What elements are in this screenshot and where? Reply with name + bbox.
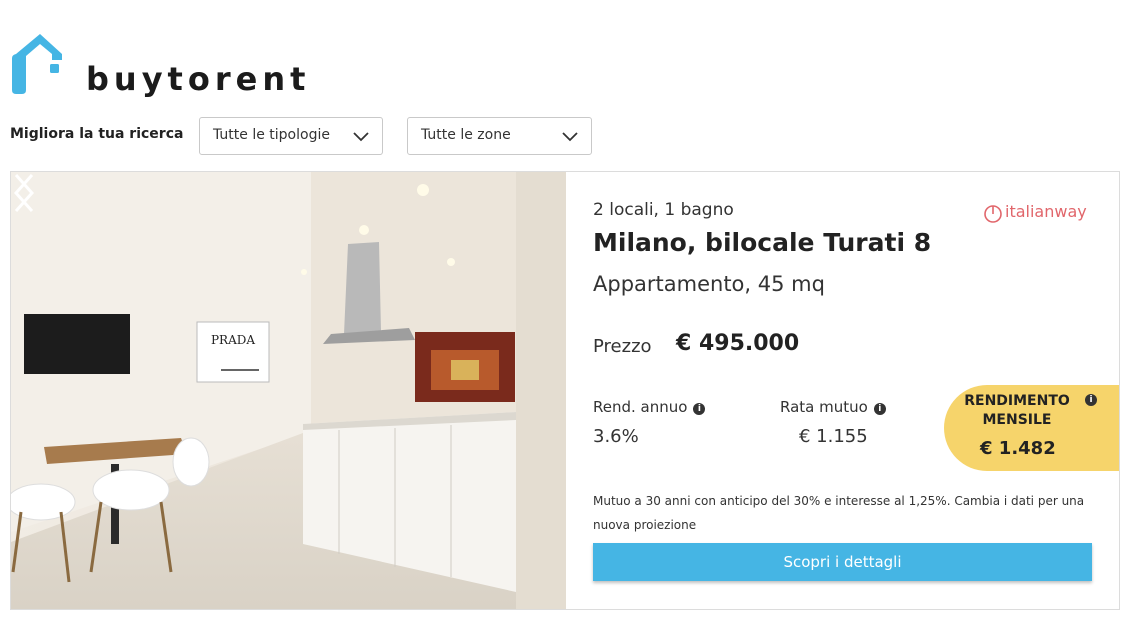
filter-label: Migliora la tua ricerca [10,126,184,142]
chevron-down-icon [562,132,578,142]
mortgage-rate-value: € 1.155 [799,426,868,447]
agency-name: italianway [1005,202,1087,221]
monthly-yield-value: € 1.482 [980,438,1056,459]
listing-rooms: 2 locali, 1 bagno [593,200,734,220]
listing-photo[interactable]: PRADA [11,172,566,609]
listing-info: 2 locali, 1 bagno italianway Milano, bil… [566,172,1119,609]
type-select-value: Tutte le tipologie [213,127,330,143]
brand-logo[interactable]: buytorent [12,32,312,98]
house-key-icon [12,34,62,94]
mortgage-rate-label: Rata mutuo [780,398,868,416]
info-icon[interactable]: i [1085,394,1097,406]
chevron-right-icon[interactable] [11,172,37,214]
svg-text:PRADA: PRADA [211,333,255,347]
listing-photo-image: PRADA [11,172,566,609]
agency-logo[interactable]: italianway [983,201,1093,223]
italianway-logo-icon [984,205,1002,223]
info-icon[interactable]: i [873,403,886,415]
search-filters: Migliora la tua ricerca Tutte le tipolog… [10,117,630,155]
annual-yield-value: 3.6% [593,426,639,447]
monthly-yield-badge: RENDIMENTO MENSILE i € 1.482 [944,385,1119,471]
annual-yield-label: Rend. annuo [593,398,688,416]
price-label: Prezzo [593,336,652,357]
zone-select-value: Tutte le zone [421,127,511,143]
price-value: € 495.000 [676,331,800,356]
info-icon[interactable]: i [693,403,706,415]
type-select[interactable]: Tutte le tipologie [199,117,383,155]
listing-card[interactable]: PRADA 2 locali, 1 bagno italianway Milan… [10,171,1120,610]
zone-select[interactable]: Tutte le zone [407,117,592,155]
listing-title[interactable]: Milano, bilocale Turati 8 [593,228,931,257]
listing-subtitle: Appartamento, 45 mq [593,272,825,296]
annual-yield-label-row: Rend. annuo i [593,398,706,416]
chevron-down-icon [353,132,369,142]
details-button[interactable]: Scopri i dettagli [593,543,1092,581]
monthly-yield-title: RENDIMENTO MENSILE [964,393,1070,428]
mortgage-note: Mutuo a 30 anni con anticipo del 30% e i… [593,494,1085,532]
brand-name: buytorent [86,60,311,98]
mortgage-rate-label-row: Rata mutuo i [780,398,886,416]
